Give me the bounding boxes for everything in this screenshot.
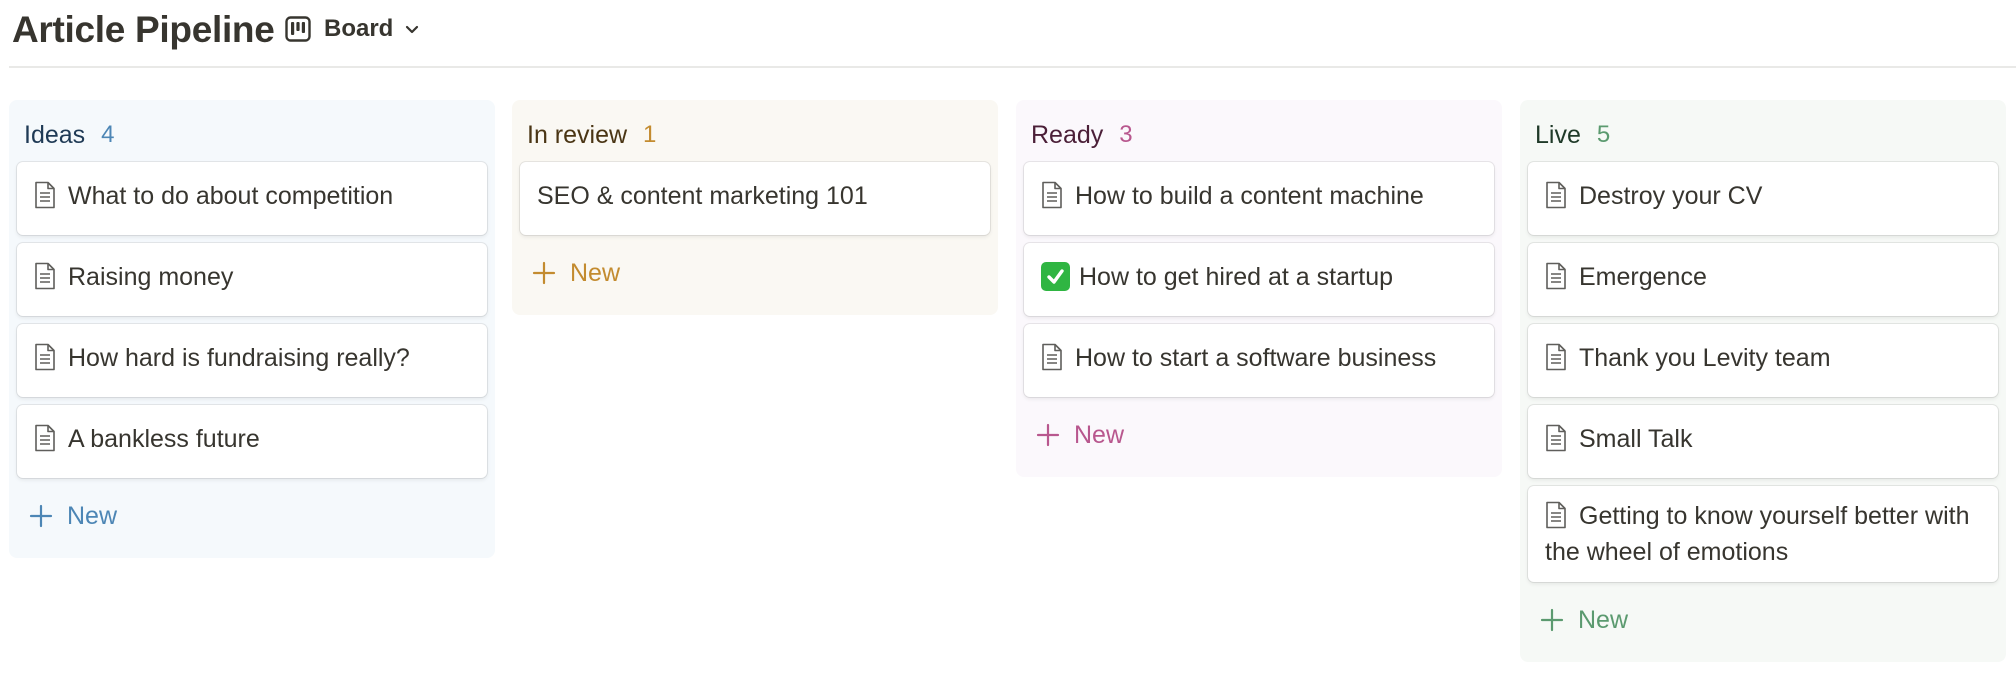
- document-icon: [35, 262, 55, 290]
- card-title: Getting to know yourself better with the…: [1545, 502, 1970, 566]
- board-card[interactable]: SEO & content marketing 101: [520, 162, 990, 235]
- card-title: How to start a software business: [1075, 344, 1437, 372]
- new-card-button[interactable]: New: [17, 486, 487, 546]
- board-card[interactable]: How to build a content machine: [1024, 162, 1494, 235]
- column-count: 5: [1596, 121, 1611, 148]
- column-title: In review: [527, 120, 628, 149]
- card-title: Raising money: [68, 263, 234, 291]
- column-header[interactable]: Live 5: [1528, 108, 1998, 162]
- page-header: Article Pipeline Board: [0, 0, 2016, 70]
- card-title: How to build a content machine: [1075, 182, 1424, 210]
- card-title: Destroy your CV: [1579, 182, 1763, 210]
- board-card[interactable]: Emergence: [1528, 243, 1998, 316]
- document-icon: [1042, 181, 1062, 209]
- plus-icon: [532, 261, 556, 285]
- document-icon: [35, 181, 55, 209]
- column-header[interactable]: Ideas 4: [17, 108, 487, 162]
- column-title: Ready: [1031, 120, 1104, 149]
- board-column-ready: Ready 3 How to build a content machine How …: [1016, 100, 1502, 477]
- document-icon: [1546, 424, 1566, 452]
- column-title: Live: [1535, 120, 1581, 149]
- new-card-label: New: [1578, 605, 1629, 634]
- board-icon: [285, 16, 311, 42]
- column-count: 3: [1119, 121, 1133, 148]
- board-column-live: Live 5 Destroy your CV Emergence Thank you L…: [1520, 100, 2006, 662]
- board-card[interactable]: Thank you Levity team: [1528, 324, 1998, 397]
- plus-icon: [29, 504, 53, 528]
- chevron-down-icon: [406, 25, 419, 34]
- document-icon: [1546, 262, 1566, 290]
- document-icon: [1546, 181, 1566, 209]
- board-card[interactable]: Destroy your CV: [1528, 162, 1998, 235]
- card-title: Emergence: [1579, 263, 1707, 291]
- card-title: What to do about competition: [68, 182, 394, 210]
- document-icon: [1546, 501, 1566, 529]
- plus-icon: [1036, 423, 1060, 447]
- column-title: Ideas: [24, 120, 86, 149]
- board-card[interactable]: Small Talk: [1528, 405, 1998, 478]
- new-card-label: New: [1074, 420, 1125, 449]
- card-title: How hard is fundraising really?: [68, 344, 410, 372]
- board-column-in-review: In review 1 SEO & content marketing 101 New: [512, 100, 998, 315]
- new-card-label: New: [570, 258, 621, 287]
- board-card[interactable]: Raising money: [17, 243, 487, 316]
- document-icon: [1546, 343, 1566, 371]
- card-title: Thank you Levity team: [1579, 344, 1831, 372]
- new-card-button[interactable]: New: [1528, 590, 1998, 650]
- column-header[interactable]: In review 1: [520, 108, 990, 162]
- new-card-button[interactable]: New: [1024, 405, 1494, 465]
- board-card[interactable]: How to get hired at a startup: [1024, 243, 1494, 316]
- view-label: Board: [324, 15, 394, 42]
- column-count: 1: [643, 121, 657, 148]
- column-header[interactable]: Ready 3: [1024, 108, 1494, 162]
- board-card[interactable]: How to start a software business: [1024, 324, 1494, 397]
- new-card-button[interactable]: New: [520, 243, 990, 303]
- check-mark-icon: [1041, 262, 1070, 291]
- card-title: Small Talk: [1579, 425, 1693, 453]
- new-card-label: New: [67, 501, 118, 530]
- column-count: 4: [101, 121, 115, 148]
- page-title: Article Pipeline: [12, 9, 275, 50]
- document-icon: [35, 424, 55, 452]
- card-title: A bankless future: [68, 425, 260, 453]
- document-icon: [35, 343, 55, 371]
- board-card[interactable]: How hard is fundraising really?: [17, 324, 487, 397]
- board-card[interactable]: A bankless future: [17, 405, 487, 478]
- document-icon: [1042, 343, 1062, 371]
- card-title: How to get hired at a startup: [1079, 263, 1394, 291]
- plus-icon: [1540, 608, 1564, 632]
- board-column-ideas: Ideas 4 What to do about competition Raisin…: [9, 100, 495, 558]
- header-divider: [9, 66, 2016, 68]
- card-title: SEO & content marketing 101: [537, 182, 868, 210]
- board-card[interactable]: What to do about competition: [17, 162, 487, 235]
- view-switcher[interactable]: Board: [284, 10, 421, 48]
- board-card[interactable]: Getting to know yourself better with the…: [1528, 486, 1998, 582]
